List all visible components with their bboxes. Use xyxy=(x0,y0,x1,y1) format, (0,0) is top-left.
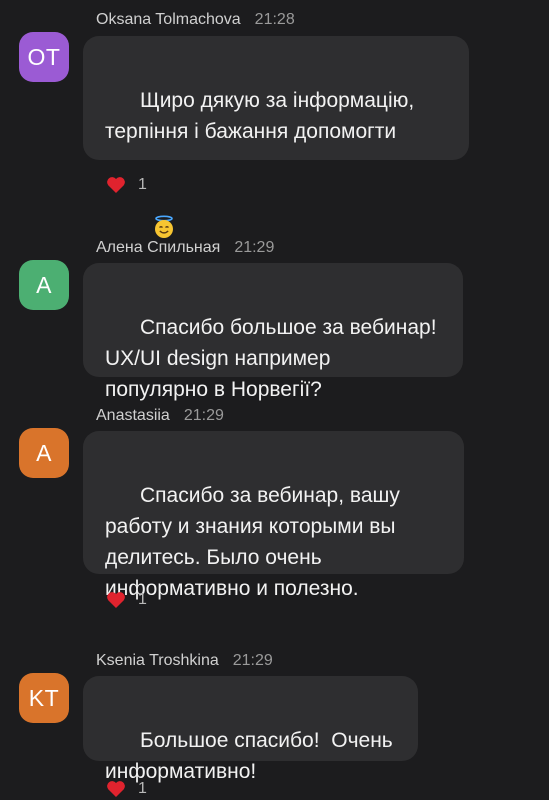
message-time: 21:28 xyxy=(254,11,295,28)
message-bubble[interactable]: Спасибо большое за вебинар! UX/UI design… xyxy=(83,263,463,401)
message-bubble[interactable]: Большое спасибо! Очень информативно! xyxy=(83,676,418,783)
avatar[interactable]: A xyxy=(19,428,69,478)
author-name[interactable]: Oksana Tolmachova xyxy=(96,11,241,28)
avatar[interactable]: OT xyxy=(19,32,69,82)
red-heart-icon xyxy=(107,592,125,608)
reaction-count: 1 xyxy=(138,176,147,193)
author-name[interactable]: Anastasiia xyxy=(96,407,170,424)
avatar[interactable]: KT xyxy=(19,673,69,723)
message-text: Большое спасибо! Очень информативно! xyxy=(105,729,393,783)
message-header: Oksana Tolmachova 21:28 xyxy=(96,11,295,29)
message-text: Щиро дякую за інформацію, терпіння і баж… xyxy=(105,89,415,143)
message-time: 21:29 xyxy=(183,407,224,424)
chat-message-list[interactable]: Oksana Tolmachova 21:28 OT Щиро дякую за … xyxy=(0,0,549,800)
author-name[interactable]: Ksenia Troshkina xyxy=(96,652,219,669)
reaction-count: 1 xyxy=(138,780,147,797)
reaction-chip[interactable]: 1 xyxy=(106,780,147,798)
avatar-initials: KT xyxy=(28,684,60,711)
message-header: Ksenia Troshkina 21:29 xyxy=(96,652,273,670)
reaction-chip[interactable]: 1 xyxy=(106,176,147,194)
avatar-initials: A xyxy=(36,271,52,298)
avatar-initials: A xyxy=(36,439,52,466)
message-bubble[interactable]: Щиро дякую за інформацію, терпіння і баж… xyxy=(83,36,469,239)
message-header: Anastasiia 21:29 xyxy=(96,407,224,425)
author-name[interactable]: Алена Спильная xyxy=(96,239,220,256)
message-time: 21:29 xyxy=(234,239,275,256)
reaction-count: 1 xyxy=(138,591,147,608)
message-header: Алена Спильная 21:29 xyxy=(96,239,274,257)
reaction-chip[interactable]: 1 xyxy=(106,591,147,609)
avatar[interactable]: A xyxy=(19,260,69,310)
avatar-initials: OT xyxy=(27,43,61,70)
red-heart-icon xyxy=(107,177,125,193)
red-heart-icon xyxy=(107,781,125,797)
message-bubble[interactable]: Спасибо за вебинар, вашу работу и знания… xyxy=(83,431,464,600)
message-text: Спасибо за вебинар, вашу работу и знания… xyxy=(105,484,400,600)
message-time: 21:29 xyxy=(232,652,273,669)
message-text: Спасибо большое за вебинар! UX/UI design… xyxy=(105,316,437,401)
smiling-face-with-halo-icon xyxy=(154,215,173,239)
